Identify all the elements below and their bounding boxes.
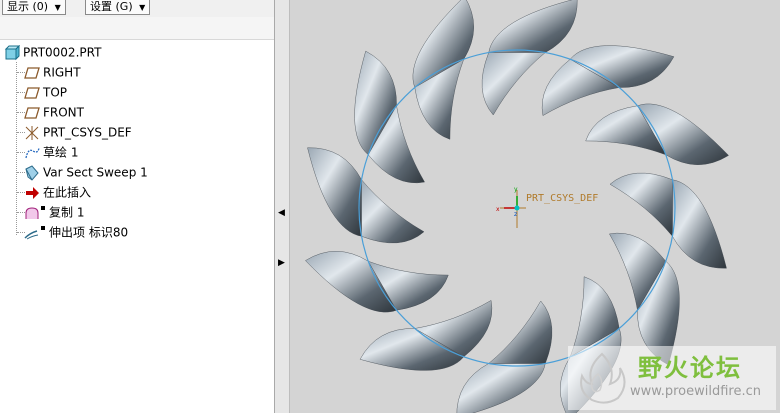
tree-item-label: FRONT — [43, 105, 84, 120]
tree-item-csys[interactable]: PRT_CSYS_DEF — [24, 122, 132, 142]
tree-item-label: PRT_CSYS_DEF — [43, 125, 132, 140]
outer-petal — [672, 179, 727, 269]
datum-plane-icon — [24, 105, 40, 121]
tree-item-var-sect-sweep[interactable]: Var Sect Sweep 1 — [24, 162, 148, 182]
show-menu-label: 显示 — [7, 0, 29, 13]
svg-text:y: y — [514, 186, 518, 193]
settings-menu-key: (G) — [115, 0, 133, 13]
outer-petal — [488, 0, 578, 53]
csys-icon — [24, 125, 40, 141]
tree-item-sketch[interactable]: 草绘 1 — [24, 142, 78, 162]
outer-petal — [456, 363, 546, 416]
tree-item-front[interactable]: FRONT — [24, 102, 84, 122]
flame-logo-icon — [580, 352, 626, 404]
inner-petal — [609, 172, 673, 237]
model-tree-panel: 显示 (0) ▼ 设置 (G) ▼ PRT0002.PRT RIGHT TOP … — [0, 0, 275, 413]
tree-item-right[interactable]: RIGHT — [24, 62, 81, 82]
tree-item-label: RIGHT — [43, 65, 81, 80]
expand-right-icon[interactable]: ▶ — [278, 258, 285, 268]
settings-menu-label: 设置 — [90, 0, 112, 13]
protrusion-icon — [24, 225, 46, 241]
inner-petal — [361, 179, 425, 244]
tree-item-label: TOP — [43, 85, 68, 100]
tree-item-label: 伸出项 标识80 — [49, 225, 129, 240]
copy-feature-icon — [24, 205, 46, 221]
datum-plane-icon — [24, 85, 40, 101]
svg-text:x: x — [496, 206, 500, 213]
settings-menu-button[interactable]: 设置 (G) ▼ — [85, 0, 151, 15]
outer-petal — [307, 147, 362, 237]
inner-petal — [488, 300, 553, 364]
datum-plane-icon — [24, 65, 40, 81]
collapse-left-icon[interactable]: ◀ — [278, 208, 285, 218]
panel-splitter[interactable]: ◀ ▶ — [275, 0, 290, 413]
part-icon — [4, 44, 21, 61]
show-menu-button[interactable]: 显示 (0) ▼ — [2, 0, 66, 15]
model-tree: PRT0002.PRT RIGHT TOP FRONT PRT_CSYS_DEF — [0, 40, 274, 413]
model-tree-toolbar: 显示 (0) ▼ 设置 (G) ▼ — [0, 0, 274, 18]
watermark-title: 野火论坛 — [638, 354, 742, 382]
csys-marker: x y z — [496, 186, 526, 228]
tree-filter-bar — [0, 17, 274, 40]
inner-petal — [481, 52, 546, 116]
insert-here-arrow-icon — [24, 185, 40, 201]
svg-text:z: z — [514, 211, 517, 218]
sketch-icon — [24, 145, 40, 161]
watermark-url: www.proewildfire.cn — [630, 384, 761, 399]
watermark: 野火论坛 www.proewildfire.cn — [568, 346, 776, 410]
show-menu-key: (0) — [32, 0, 49, 13]
tree-item-label: 草绘 1 — [43, 145, 79, 160]
sweep-icon — [24, 164, 40, 181]
tree-root-label: PRT0002.PRT — [23, 45, 102, 60]
tree-root-part[interactable]: PRT0002.PRT — [4, 42, 101, 62]
tree-item-copy[interactable]: 复制 1 — [24, 202, 84, 222]
tree-item-label: Var Sect Sweep 1 — [43, 165, 148, 180]
tree-item-insert-here[interactable]: 在此插入 — [24, 182, 91, 202]
chevron-down-icon: ▼ — [54, 3, 61, 12]
tree-item-label: 复制 1 — [49, 205, 85, 220]
tree-item-protrusion[interactable]: 伸出项 标识80 — [24, 222, 128, 242]
tree-connector — [16, 62, 17, 235]
csys-label: PRT_CSYS_DEF — [526, 193, 598, 204]
tree-item-label: 在此插入 — [43, 185, 92, 200]
chevron-down-icon: ▼ — [139, 3, 146, 12]
tree-item-top[interactable]: TOP — [24, 82, 67, 102]
